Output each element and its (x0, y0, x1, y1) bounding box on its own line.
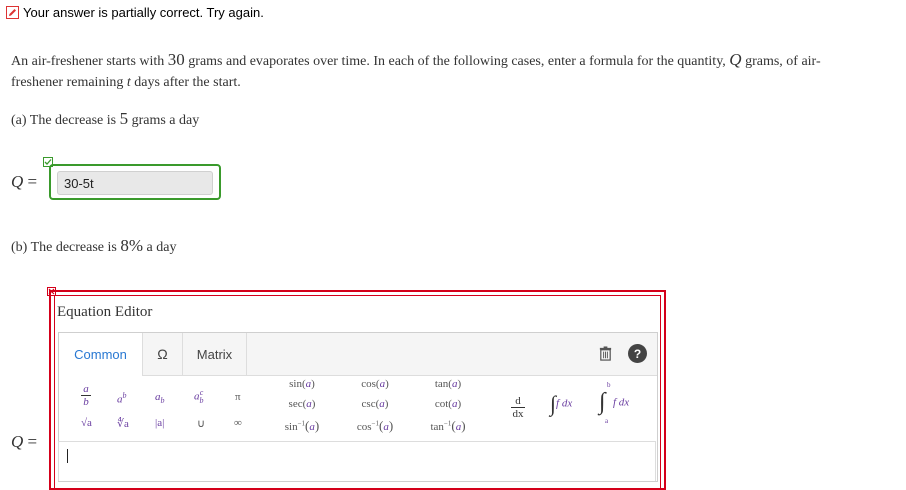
arcsin-button[interactable]: sin−1(a) (267, 418, 337, 434)
indefinite-integral-button[interactable]: ∫f dx (550, 391, 572, 417)
sin-button[interactable]: sin(a) (267, 378, 337, 390)
part-a-answer-input[interactable]: 30-5t (57, 171, 213, 195)
definite-integral-button[interactable]: b ∫ a f dx (599, 381, 629, 425)
union-button[interactable]: ∪ (197, 417, 205, 430)
arccos-button[interactable]: cos−1(a) (340, 418, 410, 434)
status-message: Your answer is partially correct. Try ag… (23, 4, 264, 20)
help-icon[interactable]: ? (628, 344, 647, 363)
tan-button[interactable]: tan(a) (413, 378, 483, 390)
tab-common[interactable]: Common (59, 333, 143, 376)
cos-button[interactable]: cos(a) (340, 378, 410, 390)
sec-button[interactable]: sec(a) (267, 398, 337, 410)
csc-button[interactable]: csc(a) (340, 398, 410, 410)
tab-symbols[interactable]: Ω (143, 333, 183, 375)
subsup-button[interactable]: acb (194, 389, 204, 405)
part-b-q-label: Q = (11, 432, 38, 451)
part-a-q-label: Q = (11, 172, 38, 191)
answer-status: Your answer is partially correct. Try ag… (6, 4, 264, 20)
pi-button[interactable]: π (235, 391, 241, 403)
part-b-question: (b) The decrease is 8% a day (11, 236, 177, 255)
text-caret (67, 449, 68, 463)
part-a-answer-frame: 30-5t (49, 164, 221, 200)
fraction-button[interactable]: ab (81, 383, 91, 408)
part-a-question: (a) The decrease is 5 grams a day (11, 109, 200, 128)
infinity-button[interactable]: ∞ (234, 417, 242, 429)
derivative-button[interactable]: d dx (511, 395, 525, 420)
cot-button[interactable]: cot(a) (413, 398, 483, 410)
sqrt-button[interactable]: √a (81, 417, 92, 429)
arctan-button[interactable]: tan−1(a) (413, 418, 483, 434)
power-button[interactable]: ab (117, 391, 127, 406)
equation-editor-title: Equation Editor (57, 304, 153, 320)
tab-matrix[interactable]: Matrix (183, 333, 247, 375)
nth-root-button[interactable]: ∜a (117, 417, 129, 430)
pencil-icon (6, 5, 19, 19)
absolute-value-button[interactable]: |a| (155, 417, 164, 429)
editor-tabbar: Common Ω Matrix ? (59, 333, 657, 376)
part-b-answer-input[interactable] (58, 441, 656, 481)
problem-statement: An air-freshener starts with 30 grams an… (11, 50, 821, 90)
trash-icon[interactable] (595, 343, 615, 363)
subscript-button[interactable]: ab (155, 391, 165, 405)
